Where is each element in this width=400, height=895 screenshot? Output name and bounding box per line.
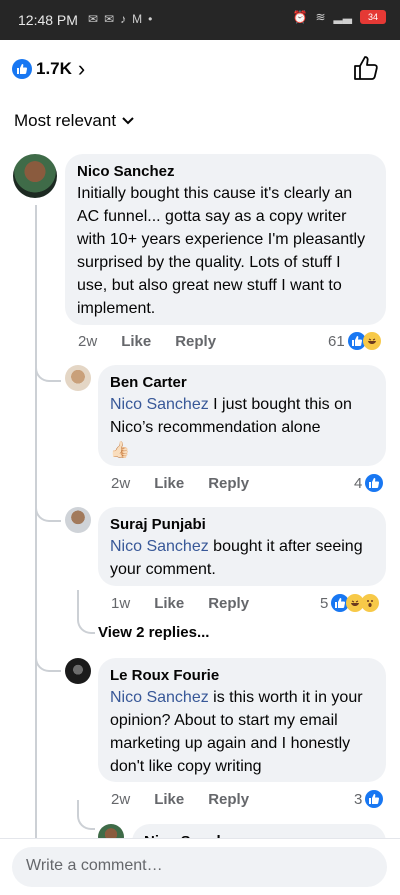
like-summary[interactable]: 1.7K ›	[12, 56, 85, 82]
mail-icon: ✉	[104, 12, 115, 26]
mention-link[interactable]: Nico Sanchez	[110, 538, 209, 555]
like-icon	[365, 790, 384, 808]
reply-button[interactable]: Reply	[208, 791, 249, 808]
mention-link[interactable]: Nico Sanchez	[110, 396, 209, 413]
notification-icons: ✉ ✉ ♪ M •	[88, 12, 152, 26]
thread-connector	[35, 360, 61, 382]
reaction-count: 61	[328, 332, 345, 350]
reply-bubble: Le Roux Fourie Nico Sanchez is this wort…	[98, 658, 386, 782]
like-icon	[365, 474, 384, 492]
sort-dropdown[interactable]: Most relevant	[14, 111, 134, 131]
reactions-header: 1.7K ›	[0, 40, 400, 98]
reaction-summary[interactable]: 61	[328, 332, 381, 350]
reply-author[interactable]: Le Roux Fourie	[110, 666, 374, 686]
reply-bubble: Ben Carter Nico Sanchez I just bought th…	[98, 365, 386, 466]
signal-icon: ▂▃	[333, 10, 352, 24]
reply-actions: 2w Like Reply	[111, 791, 249, 808]
thread-connector	[77, 590, 95, 634]
reply-button[interactable]: Reply	[175, 333, 216, 350]
avatar[interactable]	[13, 154, 57, 198]
reply-button[interactable]: Reply	[208, 595, 249, 612]
gmail-icon: M	[132, 12, 143, 26]
status-bar: 12:48 PM ✉ ✉ ♪ M • ⏰ ≋ ▂▃ 34	[0, 0, 400, 40]
reply-author[interactable]: Suraj Punjabi	[110, 515, 374, 535]
thumbs-up-emoji: 👍🏻	[110, 442, 130, 459]
thread-connector	[35, 502, 61, 522]
alarm-icon: ⏰	[292, 10, 308, 24]
reply-button[interactable]: Reply	[208, 475, 249, 492]
reaction-summary[interactable]: 4	[354, 474, 384, 492]
reaction-count: 3	[354, 790, 363, 808]
thumbs-up-icon[interactable]	[352, 54, 380, 82]
reply-actions: 1w Like Reply	[111, 595, 249, 612]
reply-text: Nico Sanchez bought it after seeing your…	[110, 535, 374, 581]
reply-time[interactable]: 1w	[111, 595, 130, 612]
reply-actions: 2w Like Reply	[111, 475, 249, 492]
sort-label: Most relevant	[14, 111, 117, 130]
comment-text: Initially bought this cause it's clearly…	[77, 185, 366, 317]
like-button[interactable]: Like	[121, 333, 151, 350]
reply-bubble: Suraj Punjabi Nico Sanchez bought it aft…	[98, 507, 386, 586]
reply-time[interactable]: 2w	[111, 475, 130, 492]
comment-author[interactable]: Nico Sanchez	[77, 162, 374, 182]
avatar[interactable]	[65, 507, 91, 533]
avatar[interactable]	[65, 365, 91, 391]
reaction-count: 5	[320, 594, 329, 612]
mention-link[interactable]: Nico Sanchez	[110, 689, 209, 706]
comment-input[interactable]: Write a comment…	[12, 847, 387, 887]
reaction-summary[interactable]: 5	[320, 594, 380, 612]
like-button[interactable]: Like	[154, 595, 184, 612]
chevron-down-icon	[122, 117, 134, 125]
comment-bubble: Nico Sanchez Initially bought this cause…	[65, 154, 386, 325]
like-count: 1.7K	[36, 59, 72, 78]
like-button[interactable]: Like	[154, 791, 184, 808]
dot-icon: •	[148, 12, 153, 26]
like-button[interactable]: Like	[154, 475, 184, 492]
reply-time[interactable]: 2w	[111, 791, 130, 808]
thread-connector	[35, 650, 61, 672]
reply-author[interactable]: Ben Carter	[110, 373, 374, 393]
thread-line	[35, 205, 37, 838]
comment-composer-bar: Write a comment…	[0, 838, 400, 895]
reaction-summary[interactable]: 3	[354, 790, 384, 808]
avatar[interactable]	[65, 658, 91, 684]
reply-text: Nico Sanchez I just bought this on Nico’…	[110, 393, 374, 439]
tiktok-icon: ♪	[120, 12, 127, 26]
chevron-right-icon: ›	[77, 56, 86, 81]
battery-icon: 34	[360, 10, 386, 24]
status-time: 12:48 PM	[18, 12, 78, 28]
comment-time[interactable]: 2w	[78, 333, 97, 350]
system-icons: ⏰ ≋ ▂▃ 34	[293, 10, 386, 24]
reaction-count: 4	[354, 474, 363, 492]
mail-icon: ✉	[88, 12, 99, 26]
wifi-icon: ≋	[315, 10, 326, 24]
comment-actions: 2w Like Reply	[78, 333, 216, 350]
haha-icon	[362, 332, 381, 350]
like-icon	[12, 59, 32, 79]
thread-connector	[77, 800, 95, 830]
reply-text: Nico Sanchez is this worth it in your op…	[110, 686, 374, 778]
wow-icon	[361, 594, 380, 612]
view-replies-link[interactable]: View 2 replies...	[98, 624, 209, 641]
